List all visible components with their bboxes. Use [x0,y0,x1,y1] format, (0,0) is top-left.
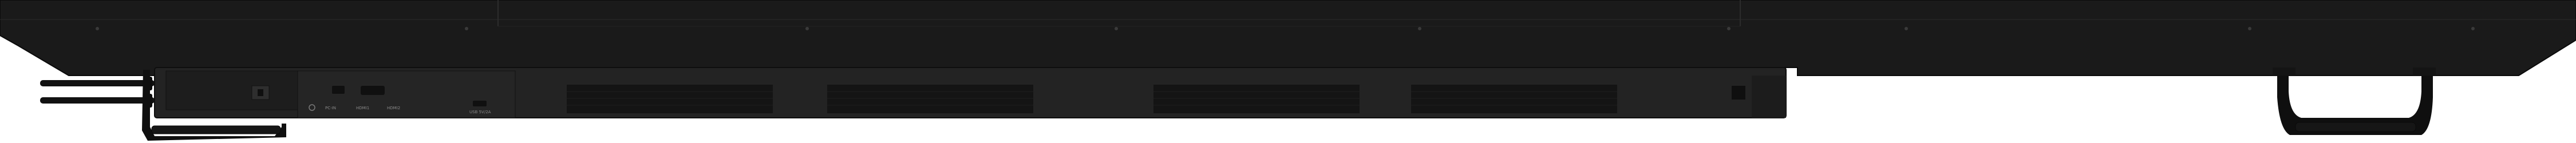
vent-grille [827,85,1033,113]
screw [805,27,809,30]
screw [2471,27,2475,30]
screw [1727,27,1730,30]
port[interactable] [332,86,345,94]
screw [2248,27,2251,30]
screw [1418,27,1421,30]
stand-right [2273,67,2436,135]
vga-port[interactable] [361,86,385,95]
usb-port[interactable] [473,101,487,106]
antenna-icon [40,77,155,108]
module-cover [165,70,298,110]
vent-grille [1411,85,1617,113]
screw [465,27,468,30]
screw [1905,27,1908,30]
port-label: USB 5V/2A [469,110,491,114]
vent-grille [567,85,773,113]
monitor-bottom-view: PC-IN HDMI1 HDMI2 USB 5V/2A [0,0,2576,141]
screw [96,27,99,30]
screw [1115,27,1118,30]
sensor [1732,86,1745,100]
bezel [0,0,2576,76]
port-label: HDMI1 [356,106,369,110]
vent-grille [1153,85,1360,113]
bottom-module: PC-IN HDMI1 HDMI2 USB 5V/2A [154,67,1787,118]
port-label: HDMI2 [387,106,400,110]
device-drawing: PC-IN HDMI1 HDMI2 USB 5V/2A [0,0,2576,141]
port-label: PC-IN [325,106,336,110]
